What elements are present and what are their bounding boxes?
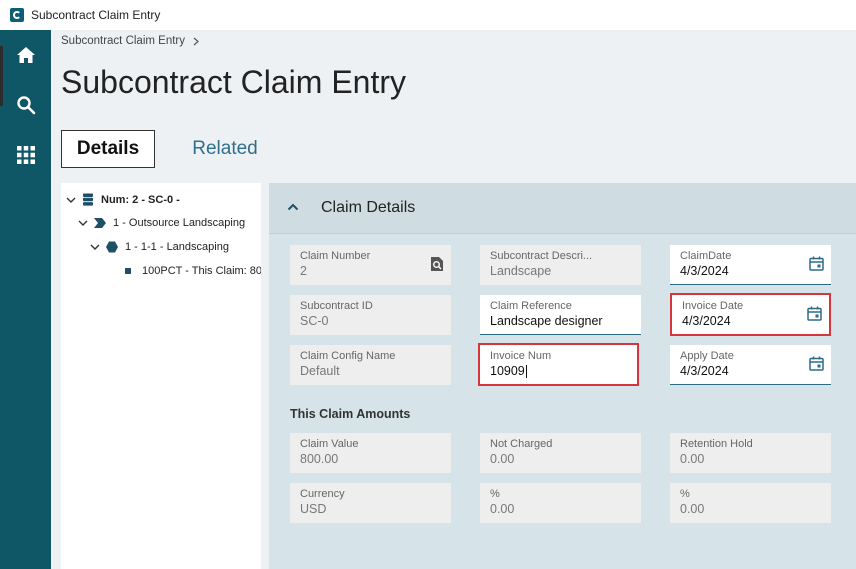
calendar-icon[interactable]	[809, 356, 824, 371]
chevron-right-icon	[193, 37, 199, 45]
apply-date-field[interactable]: Apply Date 4/3/2024	[670, 345, 831, 385]
window-titlebar: Subcontract Claim Entry	[0, 0, 856, 30]
field-label: Currency	[300, 488, 345, 500]
field-value[interactable]: 4/3/2024	[680, 264, 821, 278]
calendar-icon[interactable]	[809, 256, 824, 271]
apps-button[interactable]	[0, 135, 51, 175]
square-bullet-icon	[125, 268, 131, 274]
amounts-section-title: This Claim Amounts	[290, 407, 411, 421]
field-label: Claim Value	[300, 438, 359, 450]
field-label: Subcontract ID	[300, 300, 373, 312]
tree-node-label: 1 - Outsource Landscaping	[113, 217, 246, 229]
invoice-num-input[interactable]: 10909	[490, 364, 627, 379]
tree-node-label: 1 - 1-1 - Landscaping	[125, 241, 229, 253]
subcontract-id-field[interactable]: Subcontract ID SC-0	[290, 295, 451, 335]
home-button[interactable]	[0, 35, 51, 75]
claim-date-field[interactable]: ClaimDate 4/3/2024	[670, 245, 831, 285]
chevron-down-icon[interactable]	[78, 218, 88, 228]
breadcrumb-item[interactable]: Subcontract Claim Entry	[61, 35, 185, 47]
claim-details-header[interactable]: Claim Details	[269, 183, 856, 234]
document-search-icon[interactable]	[430, 256, 444, 272]
field-value[interactable]: 4/3/2024	[680, 364, 821, 378]
field-value: 0.00	[490, 452, 515, 466]
field-label: %	[680, 488, 690, 500]
database-icon	[83, 193, 93, 206]
field-label: Claim Config Name	[300, 350, 396, 362]
field-value: 10909	[490, 364, 525, 378]
tree-node-claim[interactable]: Num: 2 - SC-0 -	[66, 193, 180, 206]
subcontract-description-field[interactable]: Subcontract Descri... Landscape	[480, 245, 641, 285]
claim-number-field[interactable]: Claim Number 2	[290, 245, 451, 285]
calendar-icon[interactable]	[807, 306, 822, 321]
field-value: Default	[300, 364, 340, 378]
field-label: Invoice Date	[682, 300, 744, 312]
tab-related[interactable]: Related	[178, 130, 272, 168]
chevron-down-icon[interactable]	[66, 195, 76, 205]
home-icon	[16, 47, 35, 63]
page-title: Subcontract Claim Entry	[61, 64, 407, 100]
field-label: ClaimDate	[680, 250, 732, 262]
retention-percent-field[interactable]: % 0.00	[670, 483, 831, 523]
chevron-up-icon[interactable]	[287, 201, 299, 213]
field-label: Invoice Num	[490, 350, 552, 362]
tree-node-landscaping[interactable]: 1 - 1-1 - Landscaping	[90, 241, 229, 253]
field-value: 0.00	[490, 502, 515, 516]
text-cursor	[525, 365, 527, 379]
field-label: Not Charged	[490, 438, 553, 450]
invoice-date-field[interactable]: Invoice Date 4/3/2024	[670, 293, 831, 336]
apps-grid-icon	[16, 146, 35, 164]
tab-details[interactable]: Details	[61, 130, 155, 168]
section-title: Claim Details	[321, 199, 416, 216]
search-icon	[16, 96, 35, 115]
tree-node-outsource[interactable]: 1 - Outsource Landscaping	[78, 217, 245, 229]
claim-tree: Num: 2 - SC-0 - 1 - Outsource Landscapin…	[61, 183, 261, 569]
field-label: Subcontract Descri...	[490, 250, 593, 262]
claim-value-field[interactable]: Claim Value 800.00	[290, 433, 451, 473]
field-value: USD	[300, 502, 327, 516]
hexagon-icon	[106, 241, 118, 253]
tree-node-this-claim[interactable]: 100PCT - This Claim: 800	[125, 265, 261, 277]
field-label: Claim Number	[300, 250, 371, 262]
field-value: Landscape	[490, 264, 552, 278]
breadcrumb: Subcontract Claim Entry	[61, 35, 199, 47]
field-value: 0.00	[680, 502, 705, 516]
field-label: Claim Reference	[490, 300, 572, 312]
field-label: Retention Hold	[680, 438, 753, 450]
field-value: 0.00	[680, 452, 705, 466]
field-value: SC-0	[300, 314, 329, 328]
claim-details-panel: Claim Details Claim Number 2 Subcontract…	[269, 183, 856, 569]
field-value[interactable]: 4/3/2024	[682, 314, 819, 328]
tree-node-label: 100PCT - This Claim: 800	[142, 265, 261, 277]
not-charged-percent-field[interactable]: % 0.00	[480, 483, 641, 523]
claim-config-name-field[interactable]: Claim Config Name Default	[290, 345, 451, 385]
field-value: 2	[300, 264, 307, 278]
tree-node-label: Num: 2 - SC-0 -	[101, 193, 180, 206]
field-value: 800.00	[300, 452, 339, 466]
field-label: Apply Date	[680, 350, 734, 362]
invoice-num-field[interactable]: Invoice Num 10909	[478, 343, 639, 386]
claim-reference-field[interactable]: Claim Reference Landscape designer	[480, 295, 641, 335]
currency-field[interactable]: Currency USD	[290, 483, 451, 523]
search-button[interactable]	[0, 85, 51, 125]
window-title: Subcontract Claim Entry	[31, 8, 161, 22]
chevron-down-icon[interactable]	[90, 242, 100, 252]
not-charged-field[interactable]: Not Charged 0.00	[480, 433, 641, 473]
app-logo-icon	[10, 8, 24, 22]
retention-hold-field[interactable]: Retention Hold 0.00	[670, 433, 831, 473]
chevron-tag-icon	[94, 218, 106, 228]
left-nav	[0, 30, 51, 569]
field-value[interactable]: Landscape designer	[490, 314, 631, 328]
field-label: %	[490, 488, 500, 500]
